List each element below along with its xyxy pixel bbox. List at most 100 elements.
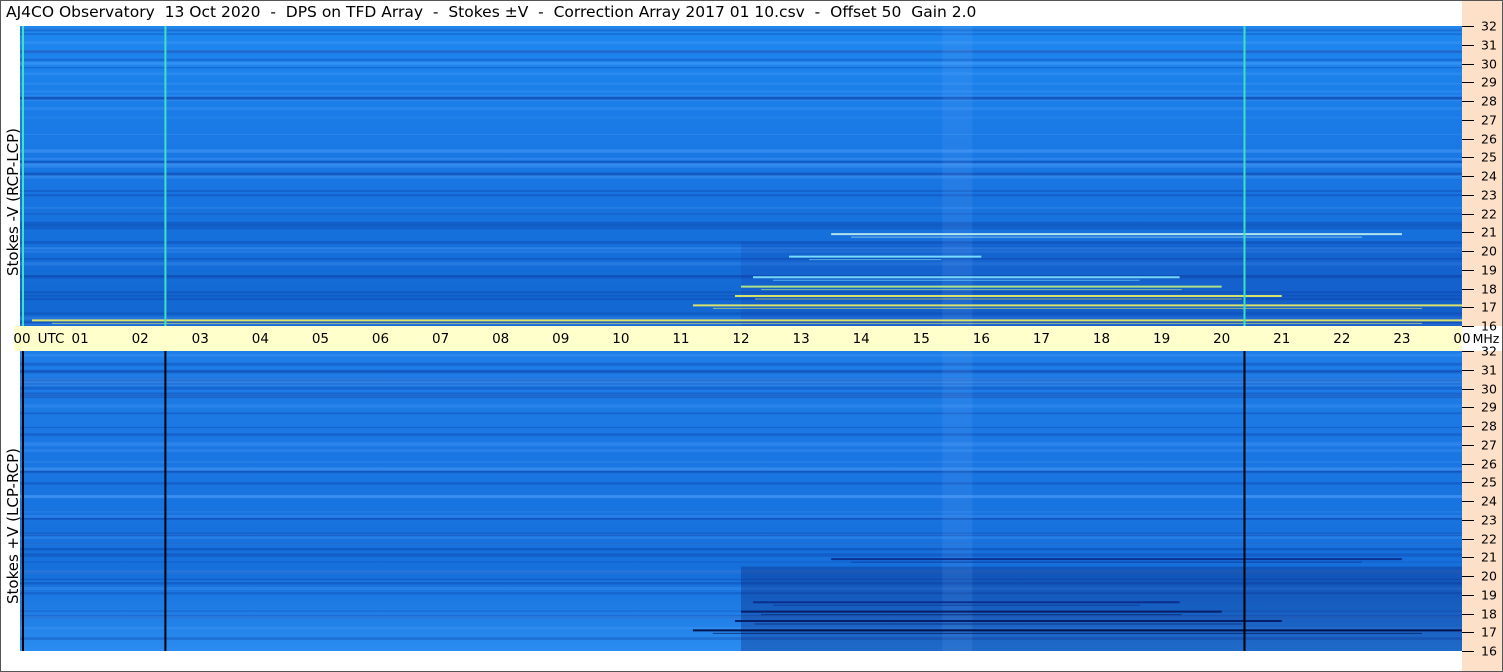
freq-tick-label: 27 <box>1481 437 1497 453</box>
noise-band <box>20 392 1462 396</box>
noise-band <box>20 90 1462 93</box>
noise-band <box>20 386 1462 390</box>
freq-tick-mark <box>1462 138 1474 140</box>
freq-tick-label: 18 <box>1481 606 1497 621</box>
noise-band <box>20 353 1462 357</box>
noise-band <box>20 107 1462 111</box>
noise-band <box>20 404 1462 408</box>
time-tick-10: 10 <box>612 331 630 347</box>
freq-tick-mark <box>1462 269 1474 271</box>
freq-tick-mark <box>1462 632 1474 634</box>
freq-tick-mark <box>1462 82 1474 84</box>
time-tick-20: 20 <box>1213 331 1231 347</box>
noise-band <box>20 362 1462 366</box>
interference-column <box>942 26 973 326</box>
freq-tick-label: 26 <box>1481 131 1497 146</box>
time-tick-14: 14 <box>852 331 870 347</box>
freq-tick-mark <box>1462 651 1474 652</box>
noise-band <box>20 433 1462 437</box>
freq-tick-mark <box>1462 288 1474 290</box>
freq-tick-label: 29 <box>1481 74 1497 90</box>
noise-band <box>20 175 1462 179</box>
noise-band <box>20 174 1462 176</box>
time-tick-22: 22 <box>1333 331 1351 347</box>
time-tick-23: 23 <box>1393 331 1411 347</box>
interference-column <box>942 351 973 651</box>
freq-tick-label: 30 <box>1481 56 1497 71</box>
bottom-spectrogram <box>20 351 1462 651</box>
time-tick-12: 12 <box>732 331 750 347</box>
freq-tick-mark <box>1462 388 1474 390</box>
chart-title: AJ4CO Observatory 13 Oct 2020 - DPS on T… <box>6 3 977 21</box>
freq-tick-mark <box>1462 44 1474 46</box>
time-tick-2: 02 <box>131 331 149 347</box>
freq-tick-label: 25 <box>1481 474 1497 490</box>
noise-band <box>20 28 1462 32</box>
activity-region <box>741 566 1462 651</box>
noise-band <box>20 227 1462 230</box>
freq-tick-label: 20 <box>1481 568 1497 584</box>
freq-tick-mark <box>1462 576 1474 577</box>
time-tick-18: 18 <box>1092 331 1111 347</box>
freq-tick-mark <box>1462 194 1474 196</box>
noise-band <box>20 511 1462 513</box>
time-tick-21: 21 <box>1273 331 1291 347</box>
top-spectrogram <box>20 26 1462 326</box>
freq-tick-mark <box>1462 369 1474 371</box>
noise-band <box>20 117 1462 119</box>
freq-tick-mark <box>1462 119 1474 121</box>
noise-band <box>20 379 1462 382</box>
noise-band <box>20 548 1462 551</box>
noise-band <box>20 206 1462 209</box>
freq-tick-mark <box>1462 538 1474 540</box>
noise-band <box>20 41 1462 45</box>
time-tick-1: 01 <box>71 331 89 347</box>
noise-band <box>20 553 1462 557</box>
freq-tick-mark <box>1462 482 1474 484</box>
freq-tick-mark <box>1462 557 1474 559</box>
noise-band <box>20 62 1462 66</box>
freq-tick-label: 21 <box>1481 549 1497 565</box>
time-tick-17: 17 <box>1032 331 1050 347</box>
freq-tick-label: 32 <box>1481 18 1497 34</box>
noise-band <box>20 72 1462 76</box>
noise-band <box>20 514 1462 519</box>
noise-band <box>20 461 1462 463</box>
freq-tick-label: 16 <box>1481 318 1497 334</box>
noise-band <box>20 426 1462 429</box>
freq-tick-label: 27 <box>1481 112 1497 128</box>
freq-tick-label: 16 <box>1481 643 1497 659</box>
noise-band <box>20 471 1462 474</box>
noise-band <box>20 224 1462 228</box>
noise-band <box>20 482 1462 485</box>
noise-band <box>20 395 1462 399</box>
freq-tick-mark <box>1462 351 1474 352</box>
noise-band <box>20 467 1462 472</box>
noise-band <box>20 33 1462 36</box>
freq-tick-label: 28 <box>1481 418 1497 434</box>
noise-band <box>20 412 1462 415</box>
noise-band <box>20 518 1462 520</box>
noise-band <box>20 495 1462 499</box>
freq-tick-label: 17 <box>1481 299 1497 315</box>
freq-tick-label: 24 <box>1481 168 1497 184</box>
freq-tick-label: 20 <box>1481 243 1497 259</box>
freq-tick-mark <box>1462 251 1474 252</box>
noise-band <box>20 150 1462 153</box>
freq-tick-label: 22 <box>1481 206 1497 221</box>
freq-tick-mark <box>1462 63 1474 65</box>
time-tick-3: 03 <box>191 331 209 347</box>
freq-tick-label: 29 <box>1481 399 1497 415</box>
freq-tick-label: 18 <box>1481 281 1497 296</box>
time-tick-11: 11 <box>672 331 690 347</box>
time-tick-4: 04 <box>251 331 269 347</box>
freq-tick-label: 26 <box>1481 456 1497 471</box>
time-tick-0: 00 <box>13 331 31 347</box>
time-tick-24: 00 <box>1453 331 1471 347</box>
freq-tick-label: 22 <box>1481 531 1497 546</box>
freq-tick-mark <box>1462 157 1474 159</box>
freq-tick-mark <box>1462 426 1474 427</box>
freq-tick-mark <box>1462 613 1474 615</box>
freq-tick-label: 28 <box>1481 93 1497 109</box>
freq-tick-label: 32 <box>1481 343 1497 359</box>
